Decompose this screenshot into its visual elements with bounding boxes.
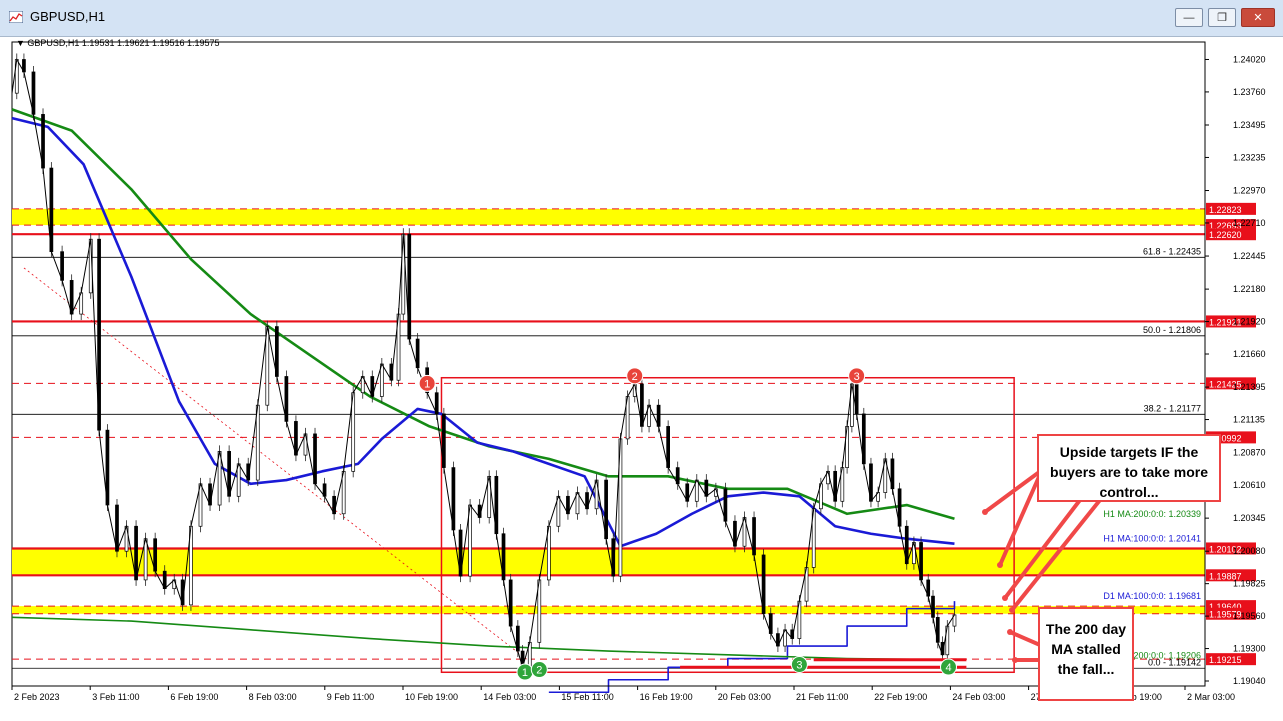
y-tick-label: 1.22445 xyxy=(1233,251,1266,261)
fib-label: 50.0 - 1.21806 xyxy=(1143,325,1201,335)
x-tick-label: 14 Feb 03:00 xyxy=(483,692,536,702)
level-label: 1.19215 xyxy=(1209,655,1242,665)
y-tick-label: 1.23235 xyxy=(1233,152,1266,162)
y-tick-label: 1.23495 xyxy=(1233,120,1266,130)
callout-upside-targets: Upside targets IF the buyers are to take… xyxy=(1037,434,1221,502)
minimize-button[interactable]: — xyxy=(1175,8,1203,27)
x-tick-label: 6 Feb 19:00 xyxy=(170,692,218,702)
ma-label: H1 MA:100:0:0: 1.20141 xyxy=(1103,534,1201,544)
x-tick-label: 20 Feb 03:00 xyxy=(718,692,771,702)
x-tick-label: 9 Feb 11:00 xyxy=(327,692,374,702)
marker-label: 2 xyxy=(632,371,638,383)
symbol-info: ▼ GBPUSD,H1 1.19531 1.19621 1.19516 1.19… xyxy=(16,38,220,48)
ma-label: H1 MA:200:0:0: 1.20339 xyxy=(1103,509,1201,519)
marker-label: 1 xyxy=(522,667,528,679)
marker-label: 4 xyxy=(945,662,951,674)
x-tick-label: 8 Feb 03:00 xyxy=(249,692,297,702)
chart-window: GBPUSD,H1 — ❐ ✕ 61.8 - 1.22435 50.0 - 1.2… xyxy=(0,0,1283,721)
x-tick-label: 3 Feb 11:00 xyxy=(92,692,139,702)
y-tick-label: 1.22710 xyxy=(1233,218,1266,228)
y-tick-label: 1.21395 xyxy=(1233,382,1266,392)
y-tick-label: 1.21135 xyxy=(1233,415,1265,425)
x-tick-label: 22 Feb 19:00 xyxy=(874,692,927,702)
yellow-zone-1 xyxy=(12,208,1205,226)
level-label: 1.22620 xyxy=(1209,230,1242,240)
y-tick-label: 1.21660 xyxy=(1233,349,1266,359)
y-tick-label: 1.19825 xyxy=(1233,579,1266,589)
y-tick-label: 1.19040 xyxy=(1233,676,1266,686)
y-tick-label: 1.21920 xyxy=(1233,317,1266,327)
arrow-head xyxy=(982,509,988,515)
title-bar[interactable]: GBPUSD,H1 — ❐ ✕ xyxy=(0,0,1283,37)
y-tick-label: 1.20870 xyxy=(1233,448,1266,458)
y-tick-label: 1.19560 xyxy=(1233,611,1266,621)
window-title: GBPUSD,H1 xyxy=(30,9,106,24)
x-tick-label: 24 Feb 03:00 xyxy=(952,692,1005,702)
marker-label: 3 xyxy=(796,660,802,672)
callout-200-day-ma: The 200 day MA stalled the fall... xyxy=(1038,607,1134,701)
x-tick-label: 10 Feb 19:00 xyxy=(405,692,458,702)
y-tick-label: 1.22970 xyxy=(1233,186,1266,196)
x-tick-label: 2 Mar 03:00 xyxy=(1187,692,1235,702)
x-tick-label: 21 Feb 11:00 xyxy=(796,692,848,702)
level-label: 1.22823 xyxy=(1209,205,1242,215)
y-tick-label: 1.20345 xyxy=(1233,513,1266,523)
close-button[interactable]: ✕ xyxy=(1241,8,1275,27)
y-tick-label: 1.24020 xyxy=(1233,54,1266,64)
x-tick-label: 2 Feb 2023 xyxy=(14,692,60,702)
y-tick-label: 1.22180 xyxy=(1233,284,1266,294)
x-tick-label: 15 Feb 11:00 xyxy=(561,692,613,702)
y-tick-label: 1.23760 xyxy=(1233,87,1266,97)
fib-label: 61.8 - 1.22435 xyxy=(1143,246,1201,256)
maximize-button[interactable]: ❐ xyxy=(1208,8,1236,27)
candle-body xyxy=(60,251,64,281)
marker-label: 1 xyxy=(424,378,430,390)
marker-label: 2 xyxy=(536,665,542,677)
arrow-head xyxy=(1007,629,1013,635)
marker-label: 3 xyxy=(854,371,860,383)
arrow-head xyxy=(1002,595,1008,601)
y-tick-label: 1.20080 xyxy=(1233,546,1266,556)
fib-label: 38.2 - 1.21177 xyxy=(1144,403,1201,413)
arrow-head xyxy=(997,562,1003,568)
arrow-head xyxy=(1012,657,1018,663)
chart-icon xyxy=(9,11,23,23)
arrow-head xyxy=(1009,607,1015,613)
ma-label: D1 MA:100:0:0: 1.19681 xyxy=(1103,591,1201,601)
x-tick-label: 16 Feb 19:00 xyxy=(640,692,693,702)
y-tick-label: 1.19300 xyxy=(1233,644,1266,654)
y-tick-label: 1.20610 xyxy=(1233,480,1266,490)
